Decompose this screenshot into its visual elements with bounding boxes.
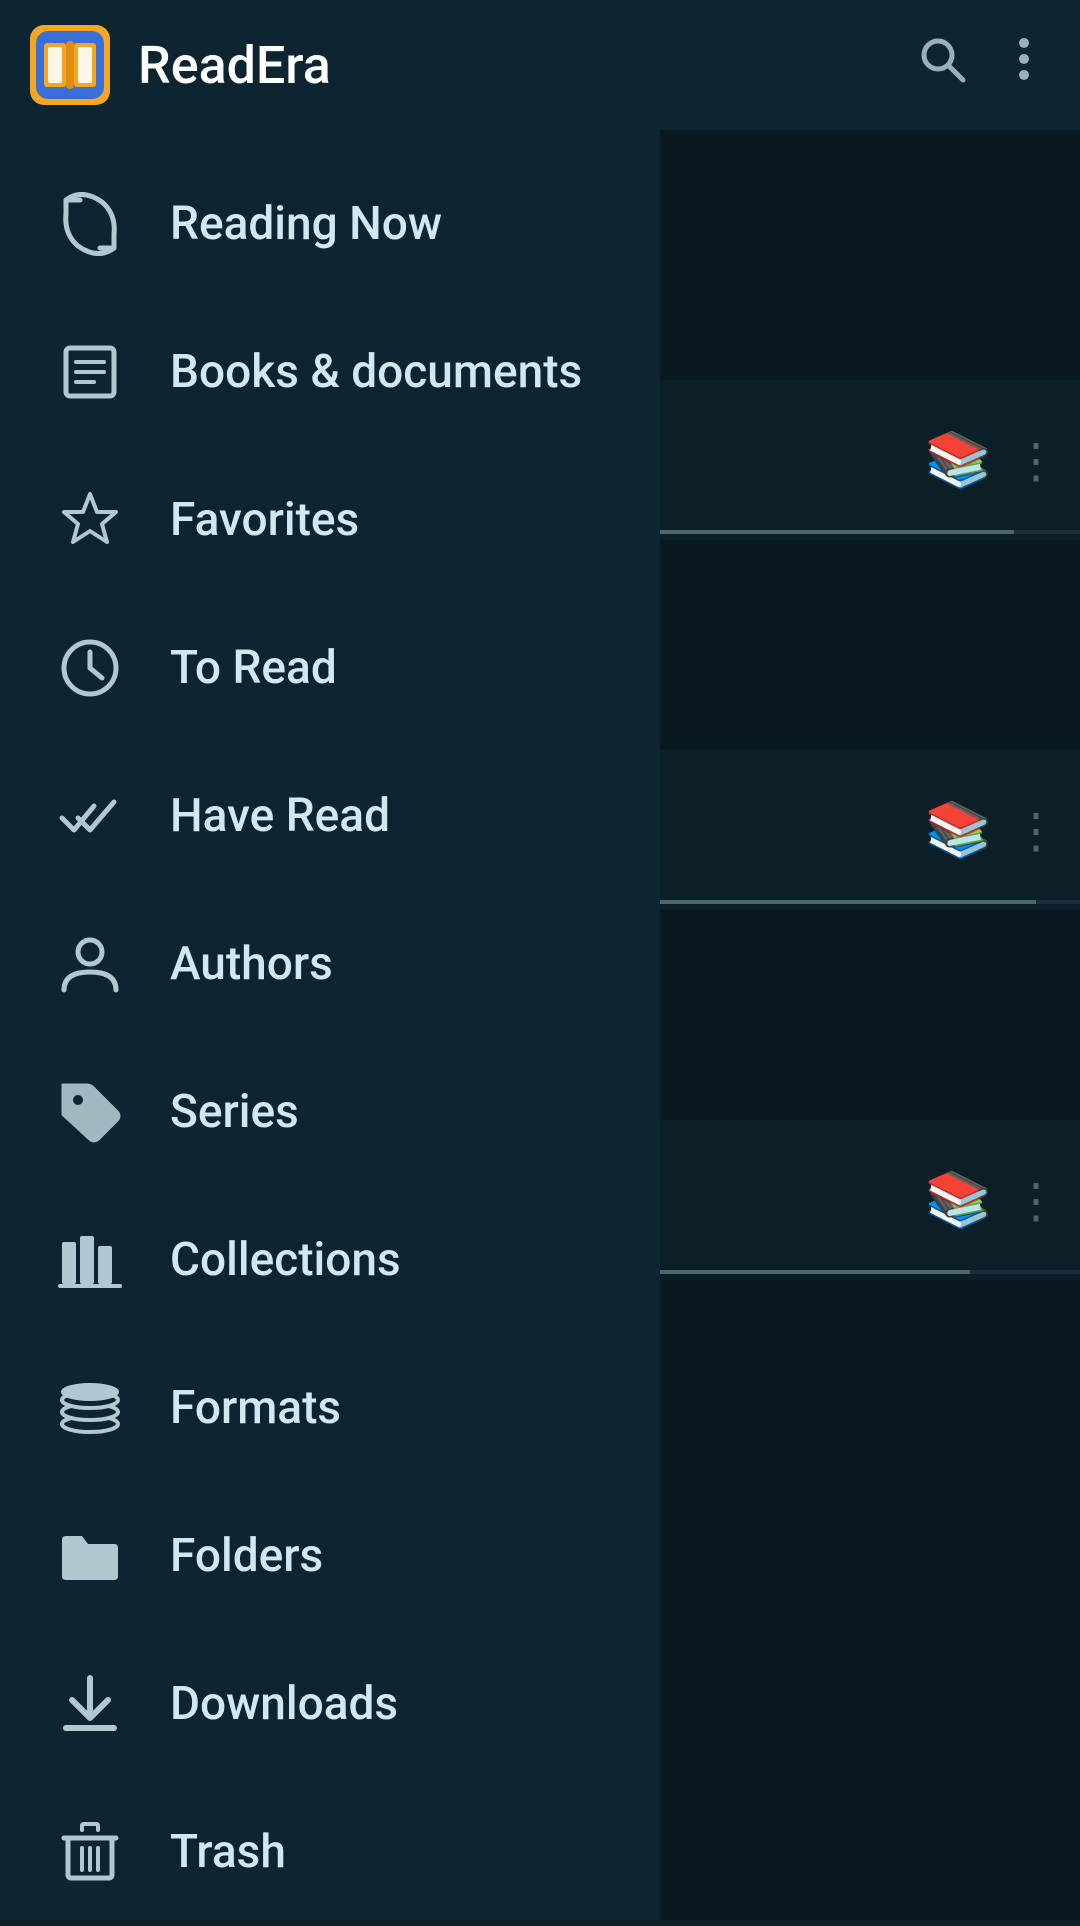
navigation-drawer: Reading Now Books & documents Favorit xyxy=(0,130,660,1920)
nav-item-authors[interactable]: Authors xyxy=(0,890,660,1038)
library-icon-2: 📚 xyxy=(925,799,992,862)
nav-label-have-read: Have Read xyxy=(170,789,390,843)
progress-bar-3 xyxy=(640,1270,1080,1274)
search-icon[interactable] xyxy=(916,33,968,98)
refresh-icon xyxy=(50,184,130,264)
more-options-icon[interactable] xyxy=(998,33,1050,98)
nav-item-folders[interactable]: Folders xyxy=(0,1482,660,1630)
download-icon xyxy=(50,1664,130,1744)
book-more-3[interactable]: ⋮ xyxy=(1012,1172,1060,1229)
nav-label-trash: Trash xyxy=(170,1825,286,1879)
tag-icon xyxy=(50,1072,130,1152)
nav-label-folders: Folders xyxy=(170,1529,323,1583)
nav-label-downloads: Downloads xyxy=(170,1677,398,1731)
nav-list: Reading Now Books & documents Favorit xyxy=(0,130,660,1926)
nav-item-to-read[interactable]: To Read xyxy=(0,594,660,742)
topbar-actions xyxy=(916,33,1050,98)
topbar: ReadEra xyxy=(0,0,1080,130)
progress-fill-3 xyxy=(640,1270,970,1274)
trash-icon xyxy=(50,1812,130,1892)
book-more-1[interactable]: ⋮ xyxy=(1012,432,1060,489)
nav-label-collections: Collections xyxy=(170,1233,401,1287)
nav-label-series: Series xyxy=(170,1085,299,1139)
nav-item-favorites[interactable]: Favorites xyxy=(0,446,660,594)
nav-item-have-read[interactable]: Have Read xyxy=(0,742,660,890)
double-check-icon xyxy=(50,776,130,856)
nav-label-authors: Authors xyxy=(170,937,333,991)
library-icon-3: 📚 xyxy=(925,1169,992,1232)
nav-item-books-documents[interactable]: Books & documents xyxy=(0,298,660,446)
app-logo xyxy=(30,25,110,105)
nav-label-reading-now: Reading Now xyxy=(170,197,442,251)
nav-item-downloads[interactable]: Downloads xyxy=(0,1630,660,1778)
library-icon xyxy=(50,1220,130,1300)
nav-item-collections[interactable]: Collections xyxy=(0,1186,660,1334)
book-item-3: 📚 ⋮ xyxy=(640,1120,1080,1280)
progress-bar-1 xyxy=(640,530,1080,534)
progress-fill-2 xyxy=(640,900,1036,904)
book-item-2: 📚 ⋮ xyxy=(640,750,1080,910)
layers-icon xyxy=(50,1368,130,1448)
nav-label-to-read: To Read xyxy=(170,641,337,695)
person-icon xyxy=(50,924,130,1004)
progress-fill-1 xyxy=(640,530,1014,534)
progress-bar-2 xyxy=(640,900,1080,904)
book-item-1: 📚 ⋮ xyxy=(640,380,1080,540)
nav-item-reading-now[interactable]: Reading Now xyxy=(0,150,660,298)
folder-icon xyxy=(50,1516,130,1596)
doc-icon xyxy=(50,332,130,412)
nav-item-series[interactable]: Series xyxy=(0,1038,660,1186)
clock-icon xyxy=(50,628,130,708)
app-title: ReadEra xyxy=(138,35,916,96)
nav-label-favorites: Favorites xyxy=(170,493,359,547)
book-more-2[interactable]: ⋮ xyxy=(1012,802,1060,859)
nav-label-formats: Formats xyxy=(170,1381,341,1435)
nav-label-books-documents: Books & documents xyxy=(170,345,582,399)
star-icon xyxy=(50,480,130,560)
library-icon-1: 📚 xyxy=(925,429,992,492)
nav-item-formats[interactable]: Formats xyxy=(0,1334,660,1482)
nav-item-trash[interactable]: Trash xyxy=(0,1778,660,1926)
